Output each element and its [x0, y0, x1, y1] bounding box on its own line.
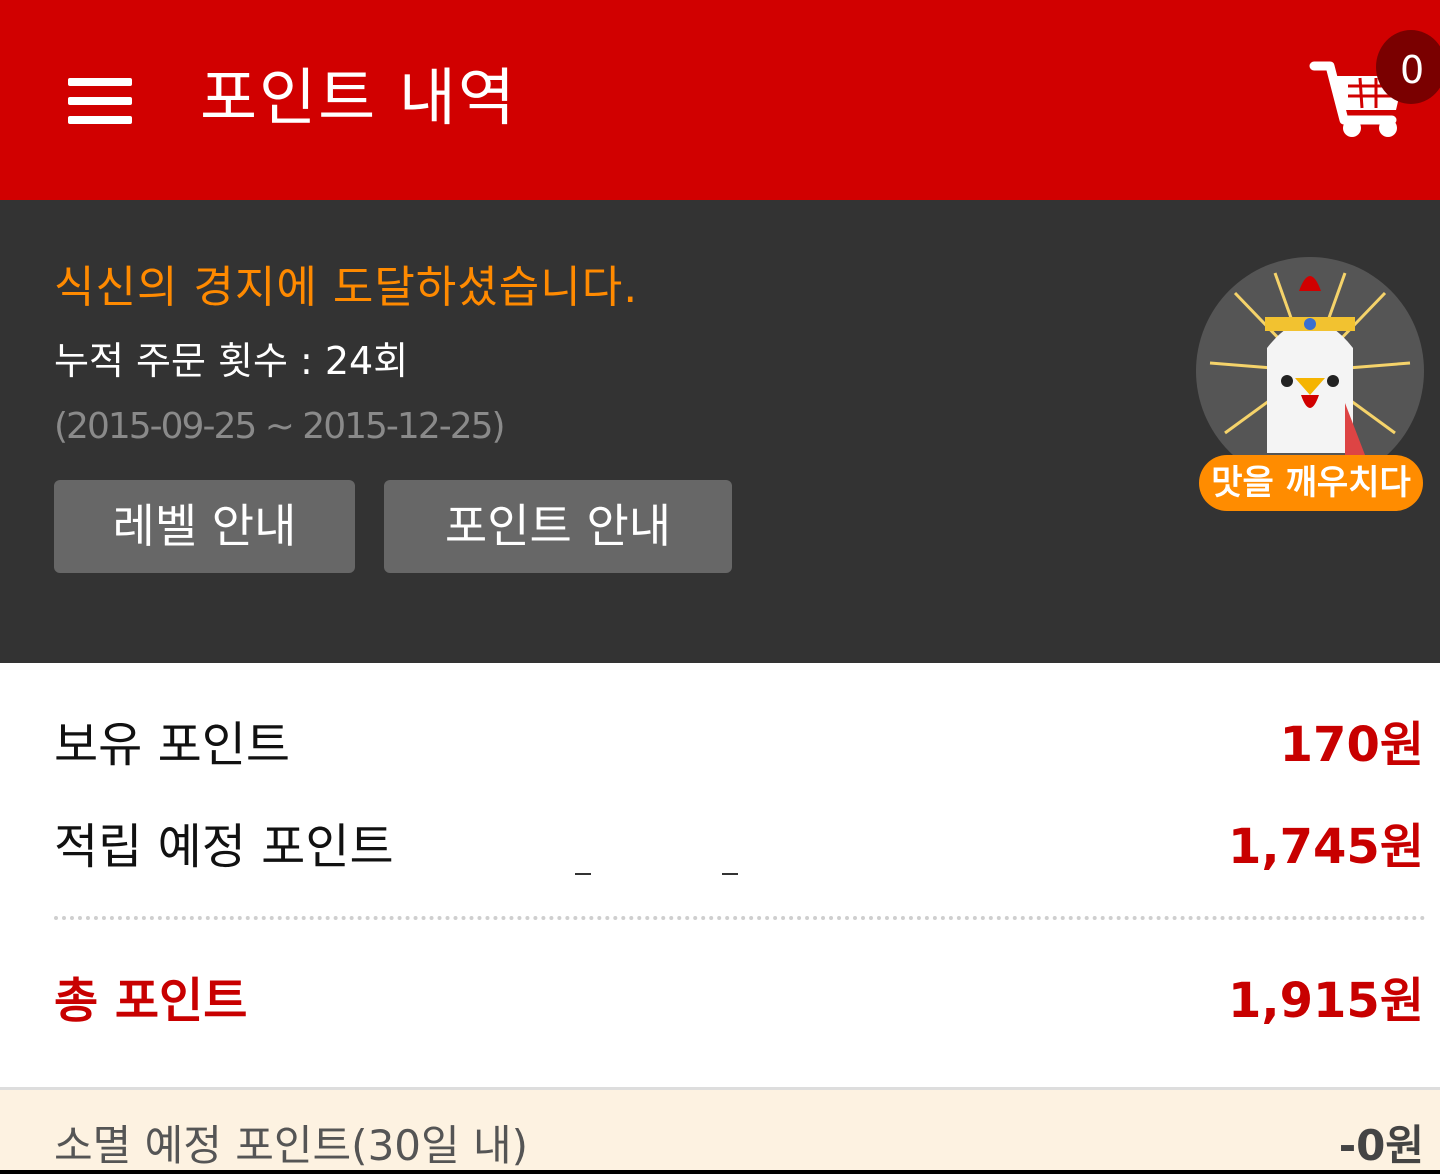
order-count: 누적 주문 횟수 : 24회 — [54, 339, 409, 383]
total-points-value: 1,915원 — [1228, 973, 1424, 1029]
divider-tick — [575, 873, 591, 875]
total-points-label: 총 포인트 — [54, 973, 248, 1029]
page-title: 포인트 내역 — [200, 61, 517, 134]
expire-points-value: -0원 — [1338, 1121, 1424, 1170]
level-title: 식신의 경지에 도달하셨습니다. — [54, 262, 639, 313]
order-period: (2015-09-25 ~ 2015-12-25) — [54, 406, 506, 447]
dotted-divider — [54, 916, 1426, 920]
points-summary: 보유 포인트 170원 적립 예정 포인트 1,745원 총 포인트 1,915… — [0, 663, 1440, 1087]
expire-points-row: 소멸 예정 포인트(30일 내) -0원 — [0, 1087, 1440, 1170]
owned-points-value: 170원 — [1279, 717, 1424, 773]
cart-count: 0 — [1400, 48, 1425, 92]
app-header: 포인트 내역 0 — [0, 0, 1440, 200]
divider-tick — [722, 873, 738, 875]
badge-label: 맛을 깨우치다 — [1199, 455, 1423, 511]
pending-points-value: 1,745원 — [1228, 819, 1424, 875]
point-guide-button[interactable]: 포인트 안내 — [384, 480, 732, 573]
level-guide-button[interactable]: 레벨 안내 — [54, 480, 355, 573]
menu-icon[interactable] — [62, 72, 138, 130]
expire-points-label: 소멸 예정 포인트(30일 내) — [54, 1121, 529, 1170]
pending-points-label: 적립 예정 포인트 — [54, 819, 394, 875]
level-panel: 식신의 경지에 도달하셨습니다. 누적 주문 횟수 : 24회 (2015-09… — [0, 200, 1440, 663]
owned-points-label: 보유 포인트 — [54, 717, 291, 773]
